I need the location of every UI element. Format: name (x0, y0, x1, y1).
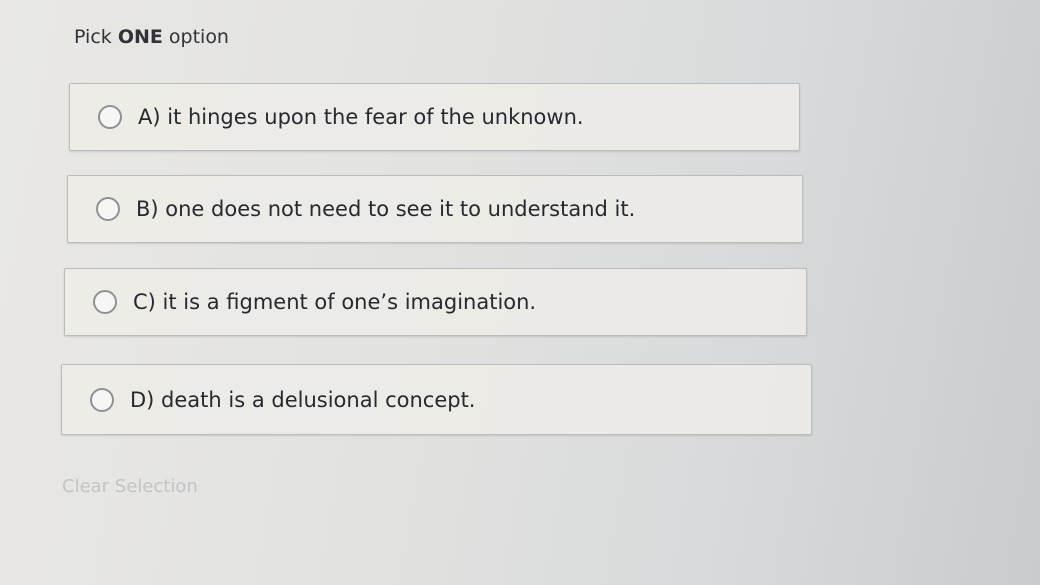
option-b-label: B) one does not need to see it to unders… (136, 197, 636, 221)
instruction-suffix: option (162, 26, 229, 48)
option-c-label: C) it is a figment of one’s imagination. (133, 290, 537, 314)
radio-unchecked-icon[interactable] (96, 197, 120, 221)
radio-unchecked-icon[interactable] (98, 105, 122, 129)
option-b[interactable]: B) one does not need to see it to unders… (67, 175, 803, 243)
question-panel: Pick ONE option A) it hinges upon the fe… (0, 0, 1040, 585)
question-instruction: Pick ONE option (74, 26, 229, 48)
clear-selection-link[interactable]: Clear Selection (62, 476, 198, 497)
radio-unchecked-icon[interactable] (90, 387, 114, 412)
radio-unchecked-icon[interactable] (93, 290, 117, 314)
option-c[interactable]: C) it is a figment of one’s imagination. (64, 268, 807, 336)
instruction-prefix: Pick (74, 26, 118, 48)
option-a-label: A) it hinges upon the fear of the unknow… (138, 105, 584, 129)
option-a[interactable]: A) it hinges upon the fear of the unknow… (69, 83, 800, 151)
option-d-label: D) death is a delusional concept. (130, 387, 476, 412)
instruction-emphasis: ONE (117, 26, 163, 48)
option-d[interactable]: D) death is a delusional concept. (61, 364, 812, 435)
